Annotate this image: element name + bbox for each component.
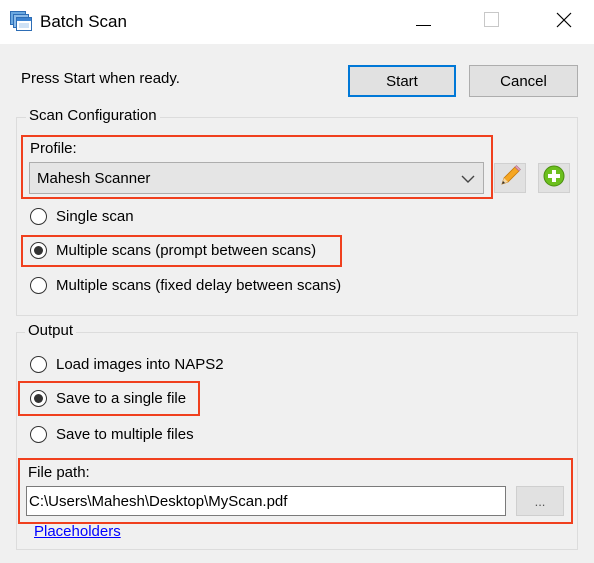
- minimize-icon: [416, 14, 432, 31]
- minimize-button[interactable]: [400, 0, 448, 44]
- pencil-icon: [498, 164, 522, 192]
- close-icon: [556, 12, 572, 32]
- maximize-button[interactable]: [468, 0, 516, 44]
- radio-label: Multiple scans (fixed delay between scan…: [56, 276, 342, 294]
- start-button[interactable]: Start: [348, 65, 456, 97]
- radio-label: Save to multiple files: [56, 425, 194, 443]
- browse-button[interactable]: ...: [516, 486, 564, 516]
- radio-button-selected[interactable]: [30, 241, 47, 259]
- window-title: Batch Scan: [40, 12, 127, 31]
- cancel-button[interactable]: Cancel: [469, 65, 578, 97]
- add-profile-button[interactable]: [538, 163, 570, 193]
- profile-value: Mahesh Scanner: [37, 169, 151, 187]
- radio-button[interactable]: [30, 276, 47, 294]
- radio-label: Multiple scans (prompt between scans): [56, 241, 317, 259]
- maximize-icon: [484, 12, 500, 32]
- radio-multiple-scans-prompt[interactable]: Multiple scans (prompt between scans): [30, 239, 316, 261]
- radio-load-images[interactable]: Load images into NAPS2: [30, 353, 224, 375]
- radio-button[interactable]: [30, 425, 47, 443]
- batch-scan-window-icon: [10, 11, 32, 31]
- radio-label: Single scan: [56, 207, 134, 225]
- placeholders-link[interactable]: Placeholders: [34, 523, 121, 540]
- radio-button[interactable]: [30, 207, 47, 225]
- scan-configuration-label: Scan Configuration: [26, 107, 160, 124]
- profile-label: Profile:: [30, 140, 77, 157]
- green-plus-icon: [543, 165, 565, 191]
- chevron-down-icon: [461, 171, 475, 188]
- output-label: Output: [25, 322, 77, 339]
- radio-button[interactable]: [30, 355, 47, 373]
- radio-save-single-file[interactable]: Save to a single file: [30, 387, 186, 409]
- radio-button-selected[interactable]: [30, 389, 47, 407]
- radio-multiple-scans-fixed-delay[interactable]: Multiple scans (fixed delay between scan…: [30, 274, 341, 296]
- status-text: Press Start when ready.: [21, 70, 180, 87]
- close-button[interactable]: [540, 0, 588, 44]
- file-path-input[interactable]: C:\Users\Mahesh\Desktop\MyScan.pdf: [26, 486, 506, 516]
- radio-save-multiple-files[interactable]: Save to multiple files: [30, 423, 194, 445]
- edit-profile-button[interactable]: [494, 163, 526, 193]
- title-bar: Batch Scan: [0, 0, 594, 44]
- file-path-label: File path:: [28, 464, 90, 481]
- radio-label: Save to a single file: [56, 389, 187, 407]
- radio-label: Load images into NAPS2: [56, 355, 224, 373]
- radio-single-scan[interactable]: Single scan: [30, 205, 134, 227]
- profile-dropdown[interactable]: Mahesh Scanner: [29, 162, 484, 194]
